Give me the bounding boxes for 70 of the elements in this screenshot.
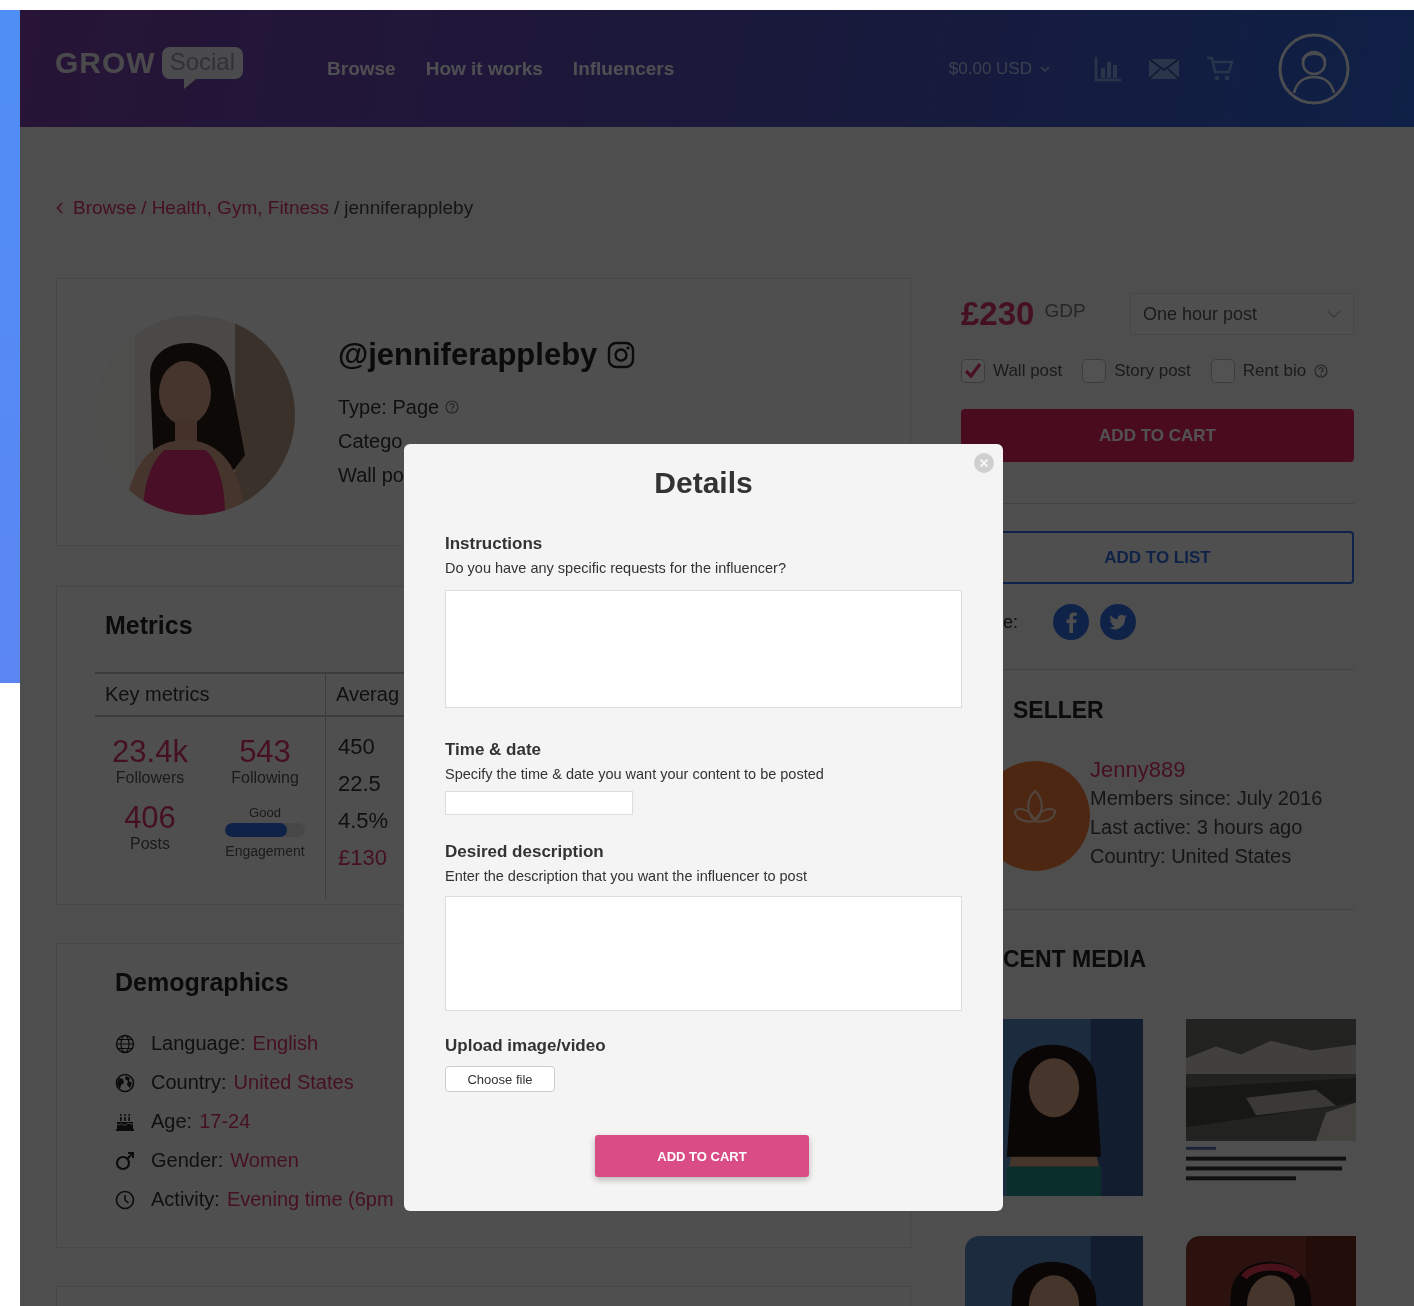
- camera-icon[interactable]: [607, 341, 636, 369]
- demographic-value: Evening time (6pm: [226, 1188, 394, 1211]
- close-icon[interactable]: [974, 453, 994, 473]
- demographic-value: United States: [233, 1071, 354, 1094]
- cart-icon[interactable]: [1206, 55, 1234, 82]
- wall-post-label: Wall po: [338, 463, 404, 487]
- checkbox[interactable]: [961, 359, 985, 383]
- demographic-label: Gender:: [151, 1149, 224, 1172]
- clock-icon: [115, 1189, 135, 1210]
- seller-detail: Last active: 3 hours ago: [1090, 815, 1304, 840]
- column-header: Key metrics: [95, 672, 325, 717]
- bar-chart-icon[interactable]: [1094, 55, 1122, 82]
- add-to-cart-button[interactable]: ADD TO CART: [595, 1135, 809, 1177]
- field-label: Instructions: [445, 534, 543, 554]
- date-input[interactable]: [445, 791, 633, 815]
- breadcrumb-link[interactable]: Health, Gym, Fitness: [151, 197, 330, 219]
- field-label: Upload image/video: [445, 1036, 606, 1056]
- categories-label: Catego: [338, 429, 403, 453]
- seller-detail: Members since: July 2016: [1090, 786, 1323, 811]
- cake-icon: [115, 1111, 135, 1132]
- field-hint: Do you have any specific requests for the influencer?: [445, 559, 786, 577]
- facebook-icon[interactable]: [1053, 604, 1089, 640]
- demographic-value: 17-24: [199, 1110, 251, 1133]
- breadcrumb-current: jenniferappleby: [344, 197, 474, 219]
- average-value: 450: [338, 733, 375, 761]
- text-area[interactable]: [445, 590, 962, 708]
- section-title: Metrics: [105, 611, 194, 640]
- text-area[interactable]: [445, 896, 962, 1011]
- average-value: £130: [338, 844, 387, 872]
- demographic-label: Age:: [151, 1110, 193, 1133]
- speech-bubble-tail-icon: [183, 78, 196, 89]
- metric-value: 406: [124, 801, 176, 835]
- back-caret-icon[interactable]: [56, 202, 64, 214]
- mail-icon[interactable]: [1148, 57, 1180, 80]
- help-icon[interactable]: [445, 400, 460, 414]
- username: @jenniferappleby: [338, 337, 598, 373]
- user-avatar-icon[interactable]: [1278, 32, 1350, 105]
- metric-value: 543: [239, 735, 291, 769]
- section-title: Demographics: [115, 968, 290, 997]
- dialog-title: Details: [653, 466, 754, 500]
- metric-value: 23.4k: [112, 735, 188, 769]
- breadcrumb-link[interactable]: Browse: [73, 197, 137, 219]
- globe-icon: [115, 1033, 135, 1054]
- field-hint: Enter the description that you want the influencer to post: [445, 867, 807, 885]
- account-type: Type: Page: [338, 395, 440, 419]
- demographic-label: Language:: [151, 1032, 246, 1055]
- help-icon[interactable]: [1314, 364, 1329, 378]
- average-value: 4.5%: [338, 807, 389, 835]
- share-label: e:: [1003, 611, 1018, 633]
- male-symbol-icon: [115, 1150, 135, 1171]
- seller-detail: Country: United States: [1090, 844, 1293, 869]
- demographic-label: Activity:: [151, 1188, 220, 1211]
- demographic-value: Women: [230, 1149, 299, 1172]
- section-title: SELLER: [1013, 697, 1105, 724]
- twitter-bird-icon[interactable]: [1100, 604, 1136, 640]
- breadcrumb-separator: /: [141, 197, 147, 219]
- choose-file-button[interactable]: Choose file: [445, 1066, 555, 1092]
- demographic-value: English: [252, 1032, 319, 1055]
- field-label: Desired description: [445, 842, 604, 862]
- demographic-label: Country:: [151, 1071, 227, 1094]
- section-title: CENT MEDIA: [1003, 946, 1148, 973]
- average-value: 22.5: [338, 770, 381, 798]
- price: £230: [961, 295, 1035, 333]
- seller-name[interactable]: Jenny889: [1090, 755, 1323, 784]
- earth-icon: [115, 1072, 135, 1093]
- breadcrumb-separator: /: [334, 197, 340, 219]
- add-to-cart-button[interactable]: ADD TO CART: [961, 409, 1354, 462]
- chevron-down-icon: [1040, 65, 1050, 72]
- field-label: Time & date: [445, 740, 542, 760]
- field-hint: Specify the time & date you want your content to be posted: [445, 765, 824, 783]
